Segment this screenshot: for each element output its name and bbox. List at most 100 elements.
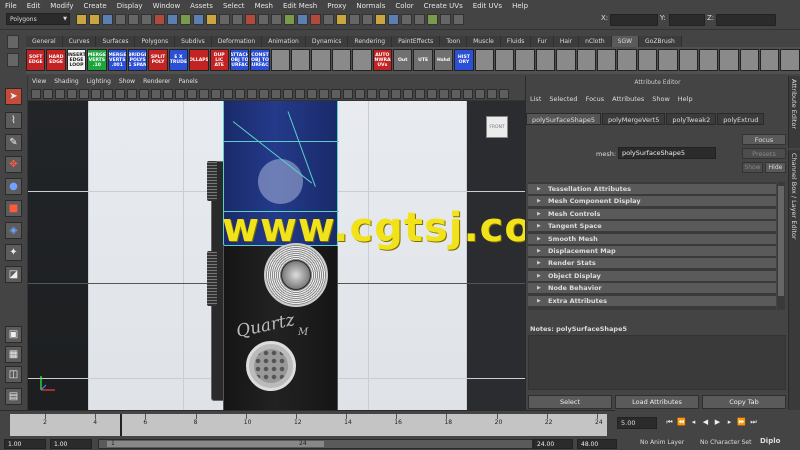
notes-field[interactable] [528, 335, 786, 390]
hypershade-icon[interactable] [440, 14, 451, 25]
viewport-toolbar-icon[interactable] [259, 88, 269, 99]
viewport-toolbar-icon[interactable] [211, 88, 221, 99]
viewport-toolbar-icon[interactable] [91, 88, 101, 99]
shelf-button[interactable] [331, 49, 352, 71]
anim-layer-label[interactable]: No Anim Layer [640, 439, 684, 446]
step-back-key-button[interactable]: ⏪ [676, 416, 687, 429]
viewport-toolbar-icon[interactable] [499, 88, 509, 99]
viewport-toolbar-icon[interactable] [127, 88, 137, 99]
highlight-selection-icon[interactable] [271, 14, 282, 25]
shelf-editor-icon[interactable] [7, 53, 19, 67]
viewport-toolbar-icon[interactable] [43, 88, 53, 99]
attribute-section-mesh-controls[interactable]: Mesh Controls [528, 208, 776, 220]
menu-normals[interactable]: Normals [351, 2, 390, 10]
camera-knob-middle[interactable] [207, 251, 217, 306]
viewport-toolbar-icon[interactable] [451, 88, 461, 99]
move-tool[interactable]: ✥ [5, 156, 22, 173]
ipr-render-icon[interactable] [414, 14, 425, 25]
mask-rendering-icon[interactable] [232, 14, 243, 25]
viewport-toolbar-icon[interactable] [151, 88, 161, 99]
menu-window[interactable]: Window [148, 2, 186, 10]
menu-mesh[interactable]: Mesh [250, 2, 278, 10]
attribute-section-smooth-mesh[interactable]: Smooth Mesh [528, 233, 776, 245]
absolute-transform-icon[interactable] [453, 14, 464, 25]
ae-tab-polysurfaceshape5[interactable]: polySurfaceShape5 [526, 113, 602, 125]
viewport-toolbar-icon[interactable] [31, 88, 41, 99]
mesh-name-field[interactable]: polySurfaceShape5 [618, 147, 716, 159]
shelf-tab-painteffects[interactable]: PaintEffects [392, 36, 441, 47]
play-forwards-button[interactable]: ▶ [712, 416, 723, 429]
scale-tool[interactable]: ■ [5, 200, 22, 217]
viewport-toolbar-icon[interactable] [79, 88, 89, 99]
menu-file[interactable]: File [0, 2, 22, 10]
shelf-button[interactable] [617, 49, 637, 71]
viewport-toolbar-icon[interactable] [475, 88, 485, 99]
viewport-toolbar-icon[interactable] [463, 88, 473, 99]
menu-edit[interactable]: Edit [22, 2, 46, 10]
construction-history-icon[interactable] [375, 14, 386, 25]
select-button[interactable]: Select [528, 395, 612, 409]
viewport-toolbar-icon[interactable] [319, 88, 329, 99]
viewport-toolbar-icon[interactable] [103, 88, 113, 99]
view-cube[interactable]: FRONT [486, 116, 508, 138]
viewport-toolbar-icon[interactable] [199, 88, 209, 99]
step-forward-frame-button[interactable]: ▸ [724, 416, 735, 429]
shelf-tab-subdivs[interactable]: Subdivs [175, 36, 212, 47]
soft-mod-tool[interactable]: ✦ [5, 244, 22, 261]
paint-select-tool[interactable]: ✎ [5, 134, 22, 151]
ae-tab-polytweak2[interactable]: polyTweak2 [666, 113, 717, 125]
viewport-toolbar-icon[interactable] [379, 88, 389, 99]
shelf-button[interactable] [596, 49, 617, 71]
shelf-button[interactable] [270, 49, 291, 71]
camera-knob-top[interactable] [207, 161, 217, 201]
select-component-icon[interactable] [141, 14, 152, 25]
snap-grid-icon[interactable] [284, 14, 295, 25]
viewport-toolbar-icon[interactable] [115, 88, 125, 99]
y-field[interactable] [669, 14, 705, 26]
menu-edit-uvs[interactable]: Edit UVs [468, 2, 507, 10]
shelf-button[interactable]: Hshd [433, 49, 454, 71]
viewport-menu-shading[interactable]: Shading [50, 78, 82, 85]
scrollbar-thumb[interactable] [778, 186, 784, 296]
render-current-icon[interactable] [401, 14, 412, 25]
select-object-icon[interactable] [128, 14, 139, 25]
shelf-button[interactable] [760, 49, 780, 71]
viewport-toolbar-icon[interactable] [307, 88, 317, 99]
viewport-toolbar-icon[interactable] [391, 88, 401, 99]
viewport-toolbar-icon[interactable] [331, 88, 341, 99]
attribute-section-node-behavior[interactable]: Node Behavior [528, 283, 776, 295]
menu-proxy[interactable]: Proxy [322, 2, 351, 10]
time-slider-track[interactable]: 2 4 6 8 10 12 14 16 18 20 22 24 [10, 414, 607, 436]
viewport-menu-panels[interactable]: Panels [174, 78, 201, 85]
shelf-button[interactable]: UTE [413, 49, 433, 71]
viewport-toolbar-icon[interactable] [187, 88, 197, 99]
range-bar[interactable]: 1 24 [98, 439, 533, 449]
character-set-label[interactable]: No Character Set [700, 439, 751, 446]
viewport-toolbar-icon[interactable] [439, 88, 449, 99]
shelf-button[interactable]: Out [393, 49, 413, 71]
open-scene-icon[interactable] [89, 14, 100, 25]
menu-assets[interactable]: Assets [185, 2, 218, 10]
viewport-toolbar-icon[interactable] [175, 88, 185, 99]
z-field[interactable] [716, 14, 776, 26]
shelf-button[interactable]: DUP LIC ATE [209, 49, 229, 71]
viewport-toolbar-icon[interactable] [139, 88, 149, 99]
mask-handles-icon[interactable] [154, 14, 165, 25]
snap-point-icon[interactable] [310, 14, 321, 25]
mode-select[interactable]: Polygons [6, 13, 70, 25]
go-to-end-button[interactable]: ⏭ [748, 416, 759, 429]
shelf-tab-menu-icon[interactable] [7, 35, 19, 49]
lock-selection-icon[interactable] [258, 14, 269, 25]
menu-color[interactable]: Color [390, 2, 418, 10]
viewport-toolbar-icon[interactable] [283, 88, 293, 99]
shelf-button[interactable]: CONST OBJ TO SURFACE [250, 49, 270, 71]
shelf-button[interactable]: SPLIT POLY [148, 49, 168, 71]
shelf-button[interactable] [637, 49, 658, 71]
mask-curves-icon[interactable] [180, 14, 191, 25]
shelf-tab-ncloth[interactable]: nCloth [579, 36, 612, 47]
shelf-button[interactable]: MERGE VERTS .10 [87, 49, 107, 71]
viewport-toolbar-icon[interactable] [55, 88, 65, 99]
shelf-tab-fur[interactable]: Fur [531, 36, 554, 47]
shelf-button[interactable]: E X TRUDE [168, 49, 189, 71]
layout-four-button[interactable]: ▦ [5, 346, 22, 363]
